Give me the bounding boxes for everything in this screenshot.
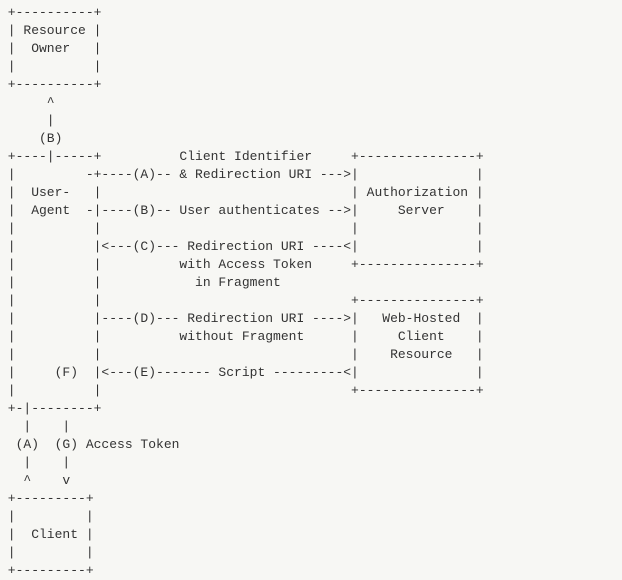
oauth-implicit-flow-diagram: +----------+ | Resource | | Owner | | | …	[0, 0, 622, 580]
